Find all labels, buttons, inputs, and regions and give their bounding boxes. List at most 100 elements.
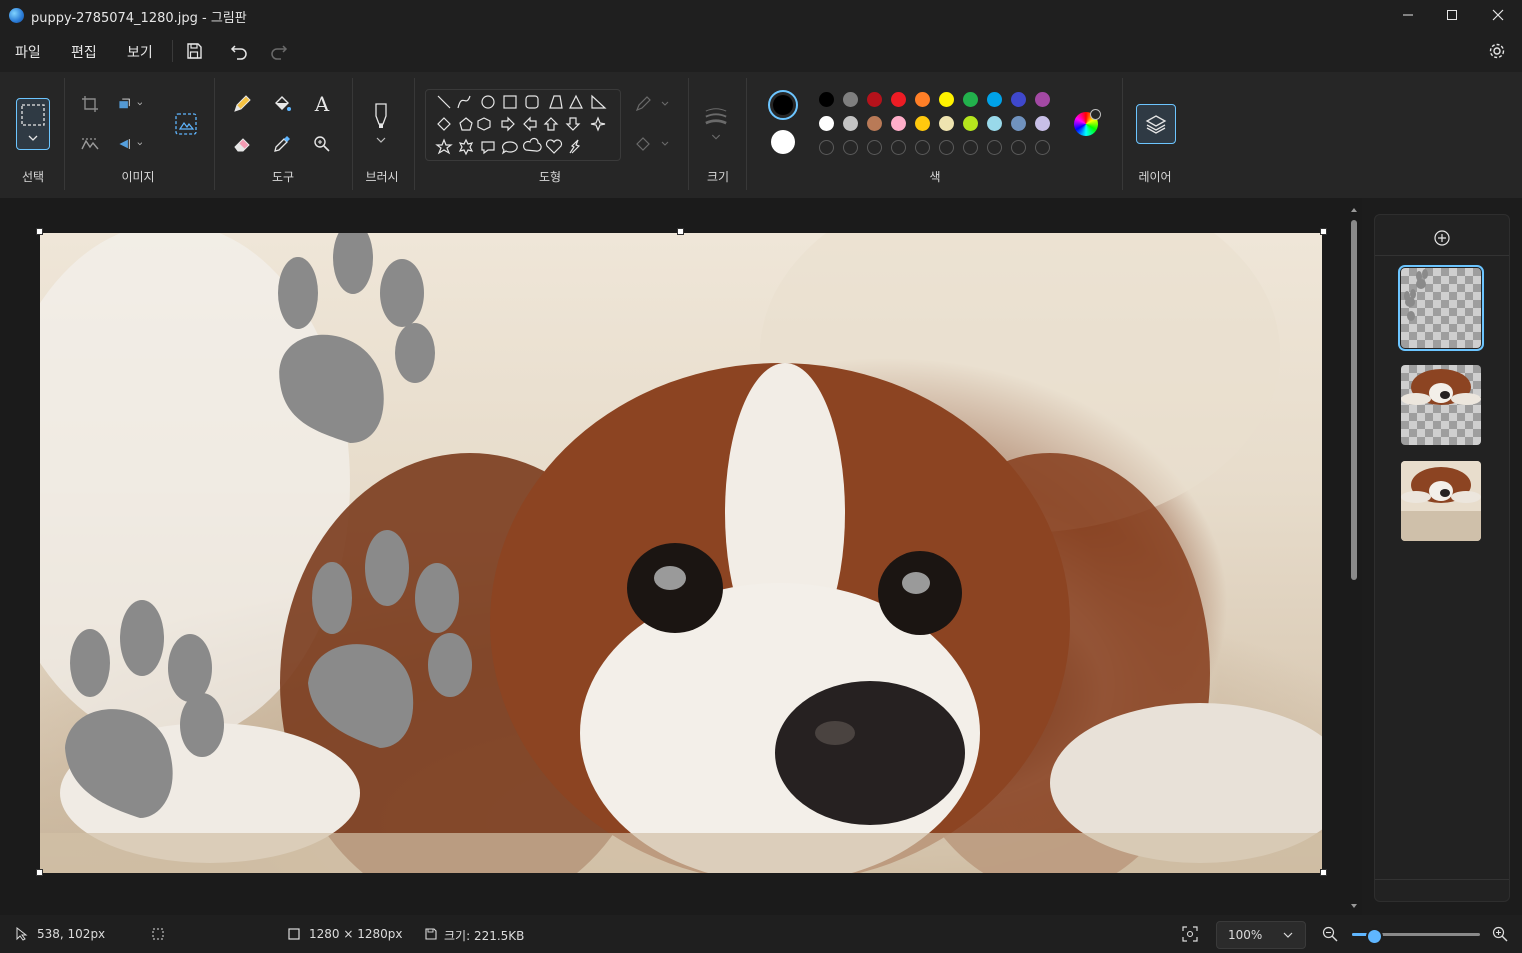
zoom-slider[interactable] — [1352, 928, 1480, 945]
close-button[interactable] — [1475, 0, 1521, 30]
resize-handle-top-right[interactable] — [1320, 228, 1327, 235]
group-label-layers: 레이어 — [1138, 170, 1172, 184]
palette-swatch[interactable] — [1011, 92, 1026, 107]
redo-button[interactable] — [268, 40, 290, 62]
heart-shape-icon — [545, 139, 563, 154]
paint-bucket-icon — [275, 96, 291, 111]
custom-color-slot[interactable] — [987, 140, 1002, 155]
palette-swatch[interactable] — [867, 116, 882, 131]
custom-color-slot[interactable] — [891, 140, 906, 155]
custom-color-slot[interactable] — [963, 140, 978, 155]
layer-thumbnail-puppy-cutout[interactable] — [1401, 365, 1481, 445]
rectangle-shape-icon — [503, 95, 517, 109]
cursor-position: 538, 102px — [37, 927, 106, 941]
resize-handle-bottom-right[interactable] — [1320, 869, 1327, 876]
pencil-tool-button[interactable] — [230, 92, 254, 116]
shape-outline-button[interactable] — [634, 92, 670, 116]
remove-background-button[interactable] — [78, 132, 102, 156]
rotate-flip-button[interactable] — [118, 132, 142, 156]
settings-button[interactable] — [1486, 40, 1508, 62]
palette-swatch[interactable] — [891, 116, 906, 131]
select-tool-button[interactable] — [16, 98, 50, 150]
menu-file[interactable]: 파일 — [15, 42, 41, 62]
canvas-size-icon — [288, 928, 300, 940]
secondary-color-button[interactable] — [771, 130, 795, 154]
scroll-down-icon[interactable] — [1350, 902, 1358, 910]
menu-bar: 파일 편집 보기 — [0, 30, 1522, 72]
shapes-grid — [435, 94, 607, 156]
zoom-level-dropdown[interactable]: 100% — [1216, 921, 1306, 949]
custom-color-slot[interactable] — [819, 140, 834, 155]
fill-tool-button[interactable] — [270, 92, 294, 116]
custom-color-slot[interactable] — [939, 140, 954, 155]
zoom-level-value: 100% — [1228, 928, 1263, 942]
minimize-icon — [1403, 14, 1413, 16]
edit-colors-button[interactable] — [1074, 109, 1101, 136]
rounded-rectangle-shape-icon — [525, 95, 539, 109]
palette-swatch[interactable] — [819, 92, 834, 107]
zoom-slider-knob[interactable] — [1365, 928, 1383, 945]
palette-swatch[interactable] — [843, 92, 858, 107]
palette-swatch[interactable] — [915, 116, 930, 131]
palette-swatch[interactable] — [987, 116, 1002, 131]
custom-color-slot[interactable] — [915, 140, 930, 155]
scrollbar-thumb[interactable] — [1351, 220, 1357, 580]
menu-view[interactable]: 보기 — [127, 42, 153, 62]
custom-color-slot[interactable] — [843, 140, 858, 155]
palette-swatch[interactable] — [939, 92, 954, 107]
maximize-button[interactable] — [1429, 0, 1475, 30]
minimize-button[interactable] — [1385, 0, 1431, 30]
palette-swatch[interactable] — [963, 116, 978, 131]
image-select-icon — [175, 113, 197, 135]
add-layer-button[interactable] — [1433, 229, 1451, 251]
ribbon-separator — [414, 78, 415, 190]
layer-thumbnail-background[interactable] — [1401, 461, 1481, 541]
custom-color-slot[interactable] — [1035, 140, 1050, 155]
palette-swatch[interactable] — [915, 92, 930, 107]
file-size-icon — [425, 928, 437, 940]
diamond-shape-icon — [437, 117, 451, 131]
curve-shape-icon — [457, 95, 471, 109]
palette-swatch[interactable] — [843, 116, 858, 131]
palette-swatch[interactable] — [1035, 92, 1050, 107]
resize-handle-top[interactable] — [677, 228, 684, 235]
text-tool-button[interactable]: A — [310, 92, 334, 116]
palette-swatch[interactable] — [867, 92, 882, 107]
custom-color-slot[interactable] — [867, 140, 882, 155]
resize-handle-bottom-left[interactable] — [36, 869, 43, 876]
palette-swatch[interactable] — [1035, 116, 1050, 131]
stroke-size-button[interactable] — [704, 100, 728, 148]
zoom-out-button[interactable] — [1322, 926, 1338, 945]
palette-swatch[interactable] — [939, 116, 954, 131]
resize-button[interactable] — [118, 92, 142, 116]
menu-edit[interactable]: 편집 — [71, 42, 97, 62]
fit-to-window-button[interactable] — [1182, 926, 1198, 945]
layers-toggle-button[interactable] — [1136, 104, 1176, 144]
zoom-out-icon — [1322, 926, 1338, 942]
palette-swatch[interactable] — [987, 92, 1002, 107]
puppy-cutout-preview — [1401, 369, 1481, 405]
canvas-vertical-scrollbar[interactable] — [1349, 206, 1359, 910]
layer-thumbnail-paws[interactable] — [1398, 265, 1484, 351]
line-width-icon — [705, 108, 727, 140]
color-picker-button[interactable] — [270, 132, 294, 156]
image-generator-button[interactable] — [174, 112, 198, 136]
puppy-photo-canvas[interactable] — [40, 233, 1322, 873]
brush-dropdown-button[interactable] — [369, 102, 393, 146]
palette-swatch[interactable] — [891, 92, 906, 107]
undo-button[interactable] — [228, 40, 250, 62]
group-label-shapes: 도형 — [538, 170, 562, 184]
custom-color-slot[interactable] — [1011, 140, 1026, 155]
palette-swatch[interactable] — [1011, 116, 1026, 131]
shape-fill-button[interactable] — [634, 132, 670, 156]
eraser-tool-button[interactable] — [230, 132, 254, 156]
scroll-up-icon[interactable] — [1350, 206, 1358, 214]
palette-swatch[interactable] — [819, 116, 834, 131]
primary-color-button[interactable] — [768, 90, 798, 120]
resize-handle-top-left[interactable] — [36, 228, 43, 235]
zoom-in-button[interactable] — [1492, 926, 1508, 945]
save-button[interactable] — [183, 40, 205, 62]
palette-swatch[interactable] — [963, 92, 978, 107]
crop-button[interactable] — [78, 92, 102, 116]
magnifier-button[interactable] — [310, 132, 334, 156]
